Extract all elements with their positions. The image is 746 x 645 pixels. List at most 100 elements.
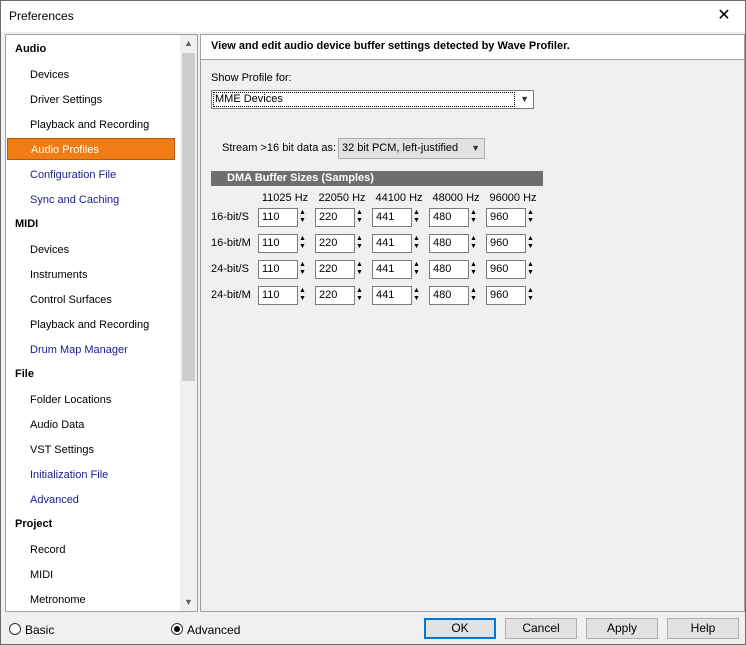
- tree-item-midi-instruments[interactable]: Instruments: [7, 264, 175, 286]
- tree-item-file-initialization-file[interactable]: Initialization File: [7, 464, 175, 486]
- buffer-spinner[interactable]: 480 ▲ ▼: [429, 286, 477, 305]
- spin-arrows[interactable]: ▲ ▼: [470, 235, 477, 252]
- close-icon[interactable]: ✕: [711, 3, 737, 29]
- tree-item-audio-audio-profiles[interactable]: Audio Profiles: [7, 138, 175, 160]
- buffer-spinner[interactable]: 960 ▲ ▼: [486, 208, 534, 227]
- title-bar[interactable]: Preferences ✕: [1, 1, 745, 32]
- spin-up-icon[interactable]: ▲: [299, 235, 306, 243]
- tree-section-file[interactable]: File: [15, 368, 34, 380]
- buffer-spinner[interactable]: 110 ▲ ▼: [258, 234, 306, 253]
- spin-down-icon[interactable]: ▼: [470, 295, 477, 303]
- buffer-spinner[interactable]: 220 ▲ ▼: [315, 286, 363, 305]
- spin-arrows[interactable]: ▲ ▼: [413, 287, 420, 304]
- spin-down-icon[interactable]: ▼: [356, 243, 363, 251]
- buffer-size-input[interactable]: 220: [315, 234, 355, 253]
- spin-up-icon[interactable]: ▲: [299, 209, 306, 217]
- buffer-spinner[interactable]: 220 ▲ ▼: [315, 260, 363, 279]
- spin-arrows[interactable]: ▲ ▼: [413, 209, 420, 226]
- buffer-size-input[interactable]: 441: [372, 234, 412, 253]
- tree-item-audio-driver-settings[interactable]: Driver Settings: [7, 89, 175, 111]
- spin-down-icon[interactable]: ▼: [470, 217, 477, 225]
- spin-down-icon[interactable]: ▼: [527, 295, 534, 303]
- spin-arrows[interactable]: ▲ ▼: [470, 209, 477, 226]
- buffer-size-input[interactable]: 960: [486, 286, 526, 305]
- buffer-size-input[interactable]: 110: [258, 208, 298, 227]
- apply-button[interactable]: Apply: [586, 618, 658, 639]
- tree-item-midi-drum-map-manager[interactable]: Drum Map Manager: [7, 339, 175, 361]
- spin-up-icon[interactable]: ▲: [527, 209, 534, 217]
- buffer-spinner[interactable]: 110 ▲ ▼: [258, 286, 306, 305]
- spin-down-icon[interactable]: ▼: [527, 217, 534, 225]
- spin-down-icon[interactable]: ▼: [299, 269, 306, 277]
- buffer-spinner[interactable]: 960 ▲ ▼: [486, 286, 534, 305]
- spin-arrows[interactable]: ▲ ▼: [470, 261, 477, 278]
- buffer-spinner[interactable]: 480 ▲ ▼: [429, 234, 477, 253]
- buffer-size-input[interactable]: 480: [429, 234, 469, 253]
- stream-format-dropdown[interactable]: 32 bit PCM, left-justified ▼: [338, 138, 485, 159]
- advanced-radio-label[interactable]: Advanced: [187, 623, 240, 637]
- spin-arrows[interactable]: ▲ ▼: [356, 235, 363, 252]
- spin-arrows[interactable]: ▲ ▼: [413, 235, 420, 252]
- spin-down-icon[interactable]: ▼: [470, 243, 477, 251]
- spin-up-icon[interactable]: ▲: [470, 235, 477, 243]
- tree-item-file-vst-settings[interactable]: VST Settings: [7, 439, 175, 461]
- tree-item-midi-playback-and-recording[interactable]: Playback and Recording: [7, 314, 175, 336]
- tree-scrollbar[interactable]: ▲ ▼: [180, 35, 197, 611]
- spin-up-icon[interactable]: ▲: [527, 235, 534, 243]
- spin-arrows[interactable]: ▲ ▼: [356, 287, 363, 304]
- buffer-spinner[interactable]: 220 ▲ ▼: [315, 208, 363, 227]
- tree-section-audio[interactable]: Audio: [15, 43, 46, 55]
- buffer-size-input[interactable]: 480: [429, 286, 469, 305]
- spin-down-icon[interactable]: ▼: [413, 269, 420, 277]
- spin-arrows[interactable]: ▲ ▼: [527, 209, 534, 226]
- buffer-spinner[interactable]: 960 ▲ ▼: [486, 260, 534, 279]
- cancel-button[interactable]: Cancel: [505, 618, 577, 639]
- spin-arrows[interactable]: ▲ ▼: [527, 261, 534, 278]
- spin-arrows[interactable]: ▲ ▼: [299, 235, 306, 252]
- tree-section-midi[interactable]: MIDI: [15, 218, 38, 230]
- tree-item-project-record[interactable]: Record: [7, 539, 175, 561]
- buffer-spinner[interactable]: 110 ▲ ▼: [258, 260, 306, 279]
- spin-down-icon[interactable]: ▼: [413, 217, 420, 225]
- spin-down-icon[interactable]: ▼: [470, 269, 477, 277]
- tree-item-project-metronome[interactable]: Metronome: [7, 589, 175, 611]
- spin-down-icon[interactable]: ▼: [413, 295, 420, 303]
- spin-arrows[interactable]: ▲ ▼: [299, 287, 306, 304]
- tree-item-file-folder-locations[interactable]: Folder Locations: [7, 389, 175, 411]
- spin-down-icon[interactable]: ▼: [527, 269, 534, 277]
- buffer-spinner[interactable]: 441 ▲ ▼: [372, 234, 420, 253]
- spin-up-icon[interactable]: ▲: [299, 261, 306, 269]
- buffer-size-input[interactable]: 441: [372, 208, 412, 227]
- tree-item-midi-control-surfaces[interactable]: Control Surfaces: [7, 289, 175, 311]
- spin-up-icon[interactable]: ▲: [413, 287, 420, 295]
- tree-item-audio-sync-and-caching[interactable]: Sync and Caching: [7, 189, 175, 211]
- buffer-size-input[interactable]: 960: [486, 208, 526, 227]
- scroll-up-icon[interactable]: ▲: [180, 35, 197, 52]
- spin-arrows[interactable]: ▲ ▼: [527, 287, 534, 304]
- advanced-radio[interactable]: [171, 623, 183, 635]
- spin-up-icon[interactable]: ▲: [527, 287, 534, 295]
- spin-down-icon[interactable]: ▼: [527, 243, 534, 251]
- spin-arrows[interactable]: ▲ ▼: [356, 209, 363, 226]
- buffer-size-input[interactable]: 110: [258, 286, 298, 305]
- buffer-size-input[interactable]: 960: [486, 234, 526, 253]
- spin-arrows[interactable]: ▲ ▼: [299, 209, 306, 226]
- buffer-spinner[interactable]: 110 ▲ ▼: [258, 208, 306, 227]
- spin-down-icon[interactable]: ▼: [299, 243, 306, 251]
- spin-down-icon[interactable]: ▼: [413, 243, 420, 251]
- buffer-size-input[interactable]: 220: [315, 286, 355, 305]
- ok-button[interactable]: OK: [424, 618, 496, 639]
- help-button[interactable]: Help: [667, 618, 739, 639]
- tree-item-file-audio-data[interactable]: Audio Data: [7, 414, 175, 436]
- buffer-size-input[interactable]: 110: [258, 234, 298, 253]
- spin-up-icon[interactable]: ▲: [413, 261, 420, 269]
- buffer-spinner[interactable]: 441 ▲ ▼: [372, 208, 420, 227]
- spin-arrows[interactable]: ▲ ▼: [470, 287, 477, 304]
- spin-down-icon[interactable]: ▼: [299, 295, 306, 303]
- buffer-size-input[interactable]: 441: [372, 260, 412, 279]
- spin-up-icon[interactable]: ▲: [470, 287, 477, 295]
- tree-item-midi-devices[interactable]: Devices: [7, 239, 175, 261]
- tree-item-audio-devices[interactable]: Devices: [7, 64, 175, 86]
- spin-up-icon[interactable]: ▲: [413, 235, 420, 243]
- spin-up-icon[interactable]: ▲: [413, 209, 420, 217]
